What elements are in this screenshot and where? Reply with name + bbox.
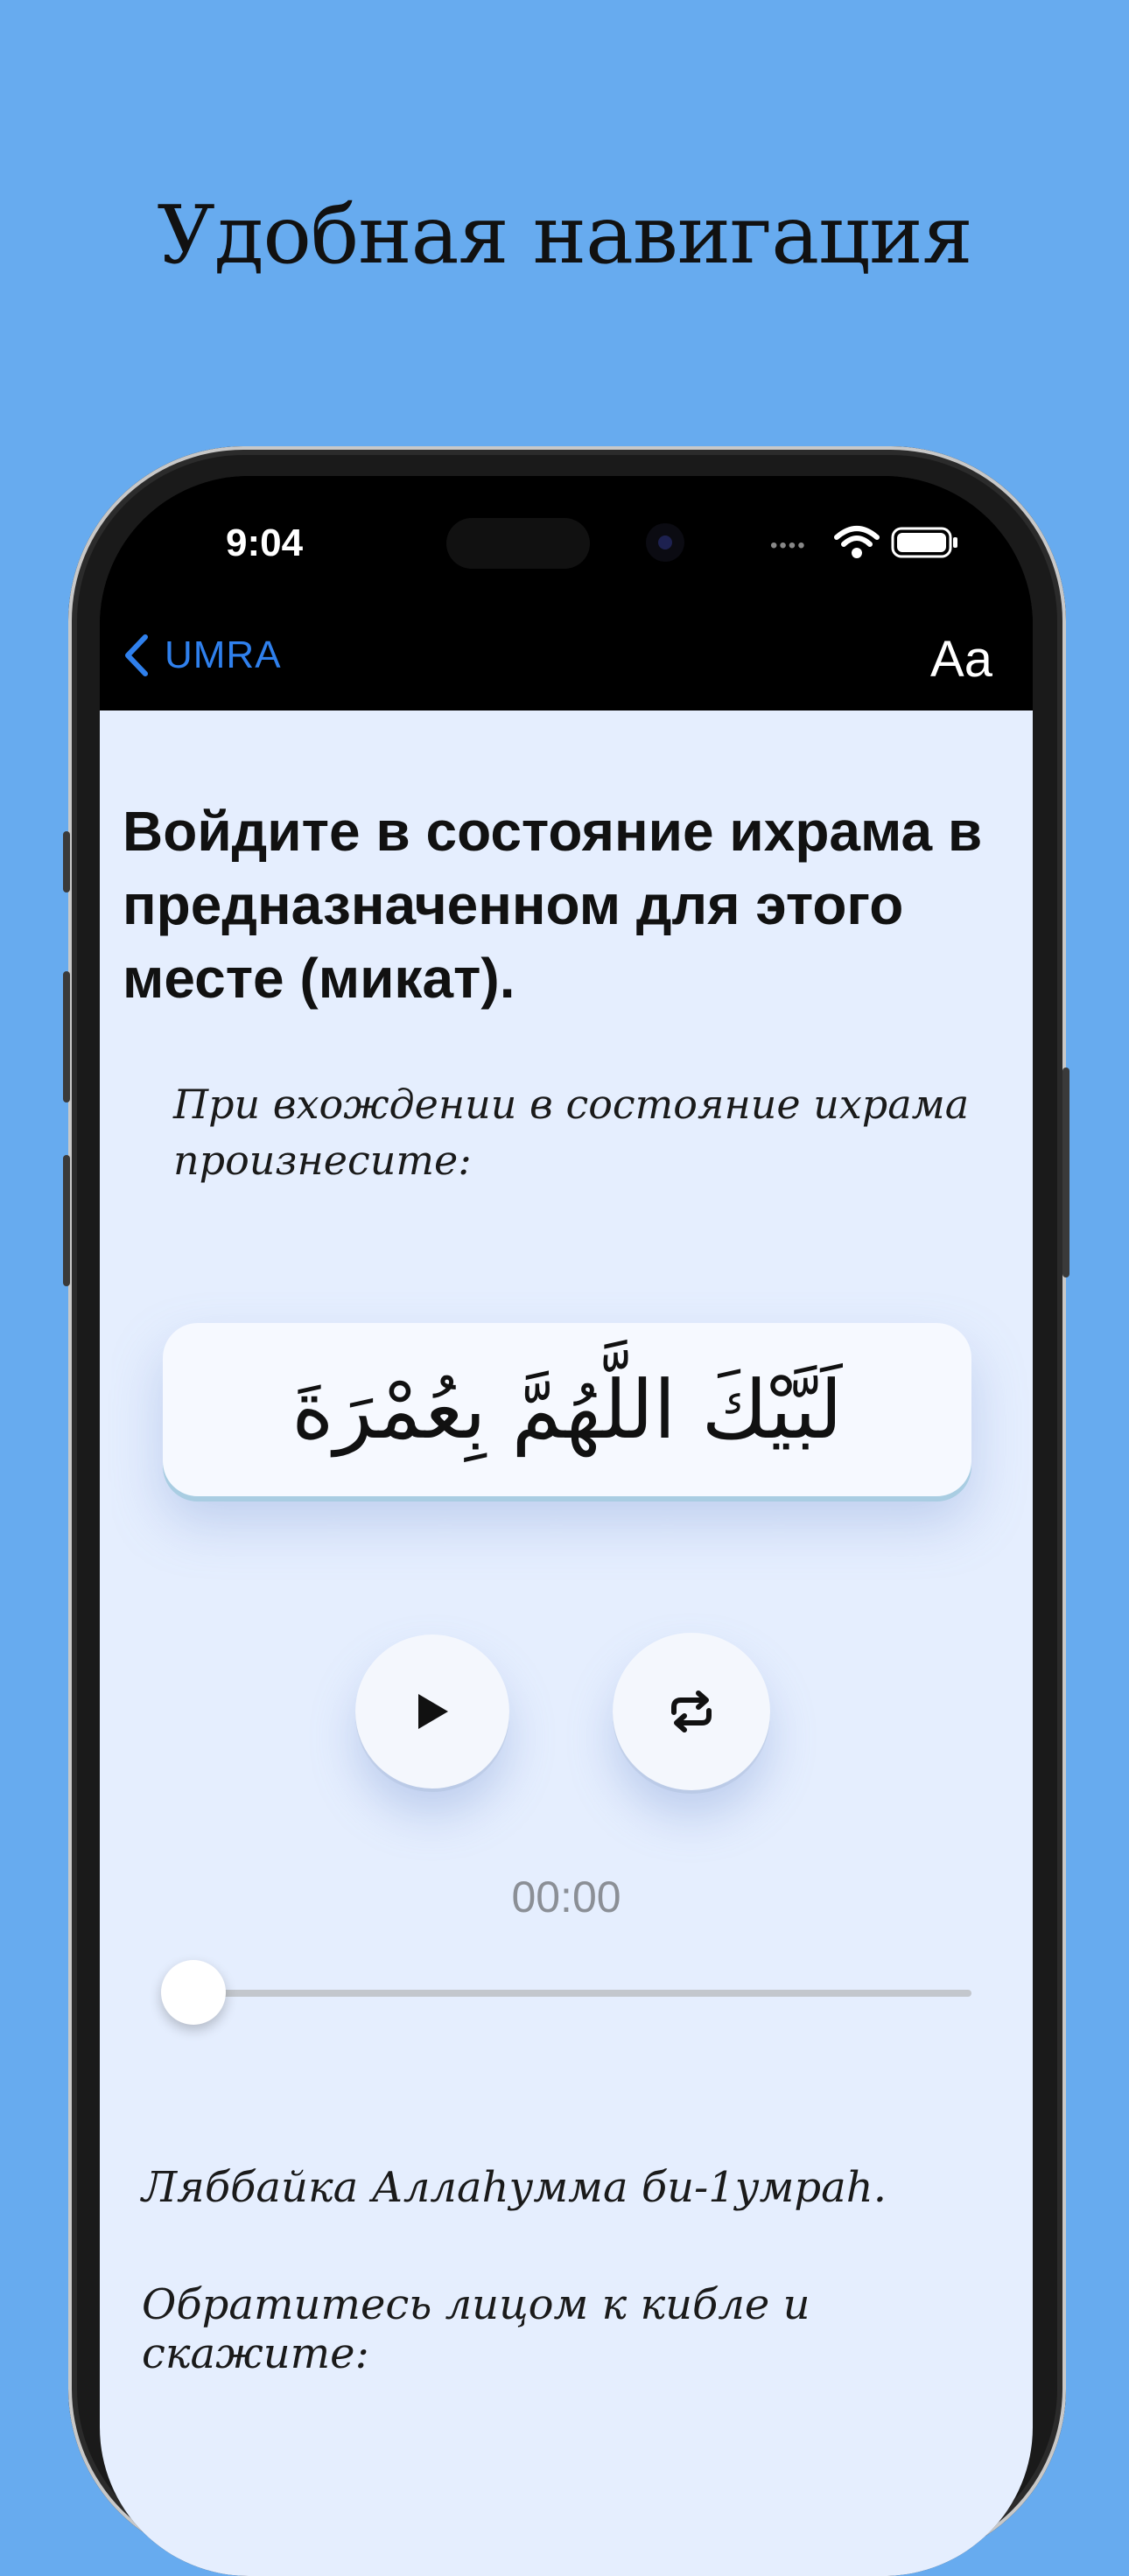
back-button[interactable]: UMRA [121,632,282,679]
phone-screen: 9:04 •••• UMRA Aa Войдите в состояние их… [100,476,1033,2576]
arabic-card: لَبَّيْكَ اللَّهُمَّ بِعُمْرَةَ [163,1323,971,1496]
side-button-silent [63,831,70,892]
wifi-icon [834,526,880,558]
arabic-text: لَبَّيْكَ اللَّهُمَّ بِعُمْرَةَ [291,1362,843,1457]
play-button[interactable] [355,1634,509,1788]
status-time: 9:04 [226,522,304,564]
battery-icon [891,527,957,558]
audio-progress-thumb[interactable] [161,1960,226,2025]
repeat-icon [671,1690,712,1732]
content-area: Войдите в состояние ихрама в предназначе… [100,710,1033,2576]
audio-progress-track[interactable] [193,1990,971,1997]
play-icon [418,1694,448,1729]
chevron-left-icon [125,634,148,676]
side-button-volume-down [63,1155,70,1286]
dynamic-island [446,518,590,569]
side-button-volume-up [63,971,70,1102]
transliteration-text: Ляббайка Аллаһумма би-1умраһ. [142,2163,887,2212]
camera-icon [646,523,684,562]
back-label: UMRA [165,634,282,676]
instruction-text: Обратитесь лицом к кибле и скажите: [142,2280,810,2378]
step-title: Войдите в состояние ихрама в предназначе… [123,800,983,1010]
side-button-power [1062,1068,1069,1278]
signal-dots-icon: •••• [770,534,807,557]
font-size-button[interactable]: Aa [930,630,992,689]
headline: Удобная навигация [157,188,972,282]
audio-timer: 00:00 [511,1872,621,1922]
top-bar: 9:04 •••• UMRA Aa [100,476,1033,710]
intro-text: При вхождении в состояние ихрама произне… [173,1081,970,1184]
repeat-button[interactable] [613,1633,770,1790]
